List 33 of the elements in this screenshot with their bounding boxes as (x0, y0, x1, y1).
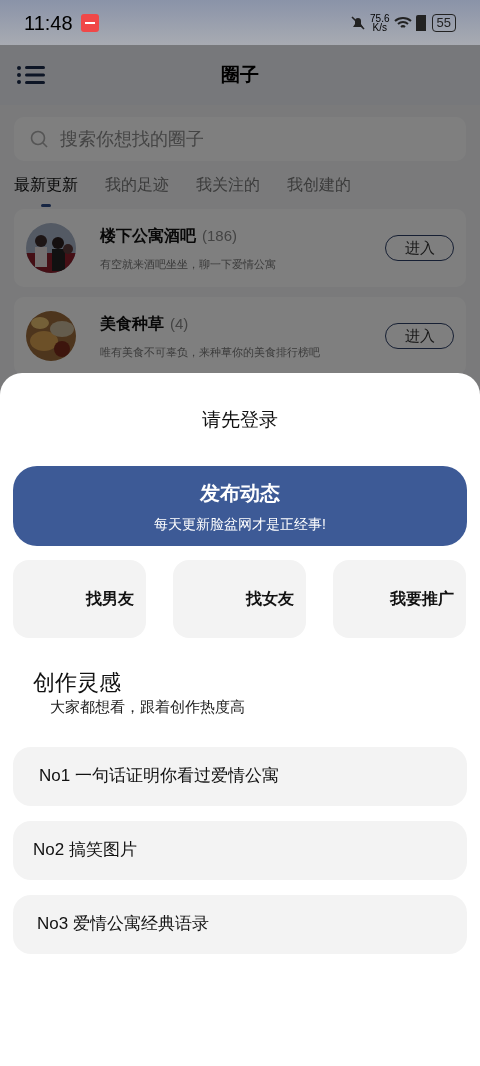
publish-title: 发布动态 (200, 480, 280, 506)
idea-item[interactable]: No1 一句话证明你看过爱情公寓 (13, 746, 467, 806)
circle-name: 楼下公寓酒吧 (100, 225, 196, 246)
section-title: 创作灵感 (33, 669, 122, 694)
publish-button[interactable]: 发布动态 每天更新脸盆网才是正经事! (13, 466, 467, 546)
shortcut-button[interactable]: 我要推广 (333, 560, 466, 638)
menu-icon[interactable] (17, 65, 45, 85)
tab[interactable]: 我创建的 (287, 171, 351, 199)
section-subtitle: 大家都想看，跟着创作热度高 (50, 697, 246, 717)
tab[interactable]: 我关注的 (196, 171, 260, 199)
app-notification-icon (80, 13, 99, 32)
sheet-title: 请先登录 (201, 408, 279, 432)
page-title: 圈子 (221, 62, 259, 87)
tab-indicator (41, 204, 51, 207)
battery-level: 55 (436, 13, 451, 32)
tab[interactable]: 我的足迹 (105, 171, 169, 199)
shortcut-button[interactable]: 找男友 (13, 560, 146, 638)
network-unit: K/s (372, 22, 387, 32)
muted-bell-icon (350, 14, 367, 31)
search-field[interactable]: 搜索你想找的圈子 (14, 117, 466, 161)
wifi-icon (393, 15, 412, 30)
search-icon (30, 130, 48, 148)
circle-name: 美食种草 (100, 313, 164, 334)
member-count: (186) (202, 225, 238, 246)
shortcut-button[interactable]: 找女友 (173, 560, 306, 638)
idea-item[interactable]: No2 搞笑图片 (13, 820, 467, 880)
idea-item[interactable]: No3 爱情公寓经典语录 (13, 894, 467, 954)
status-time: 11:48 (24, 10, 73, 36)
member-count: (4) (170, 313, 189, 334)
network-speed: 75.6 (370, 13, 390, 23)
tab[interactable]: 最新更新 (14, 171, 78, 199)
publish-subtitle: 每天更新脸盆网才是正经事! (154, 514, 326, 534)
sim-icon (415, 14, 426, 31)
